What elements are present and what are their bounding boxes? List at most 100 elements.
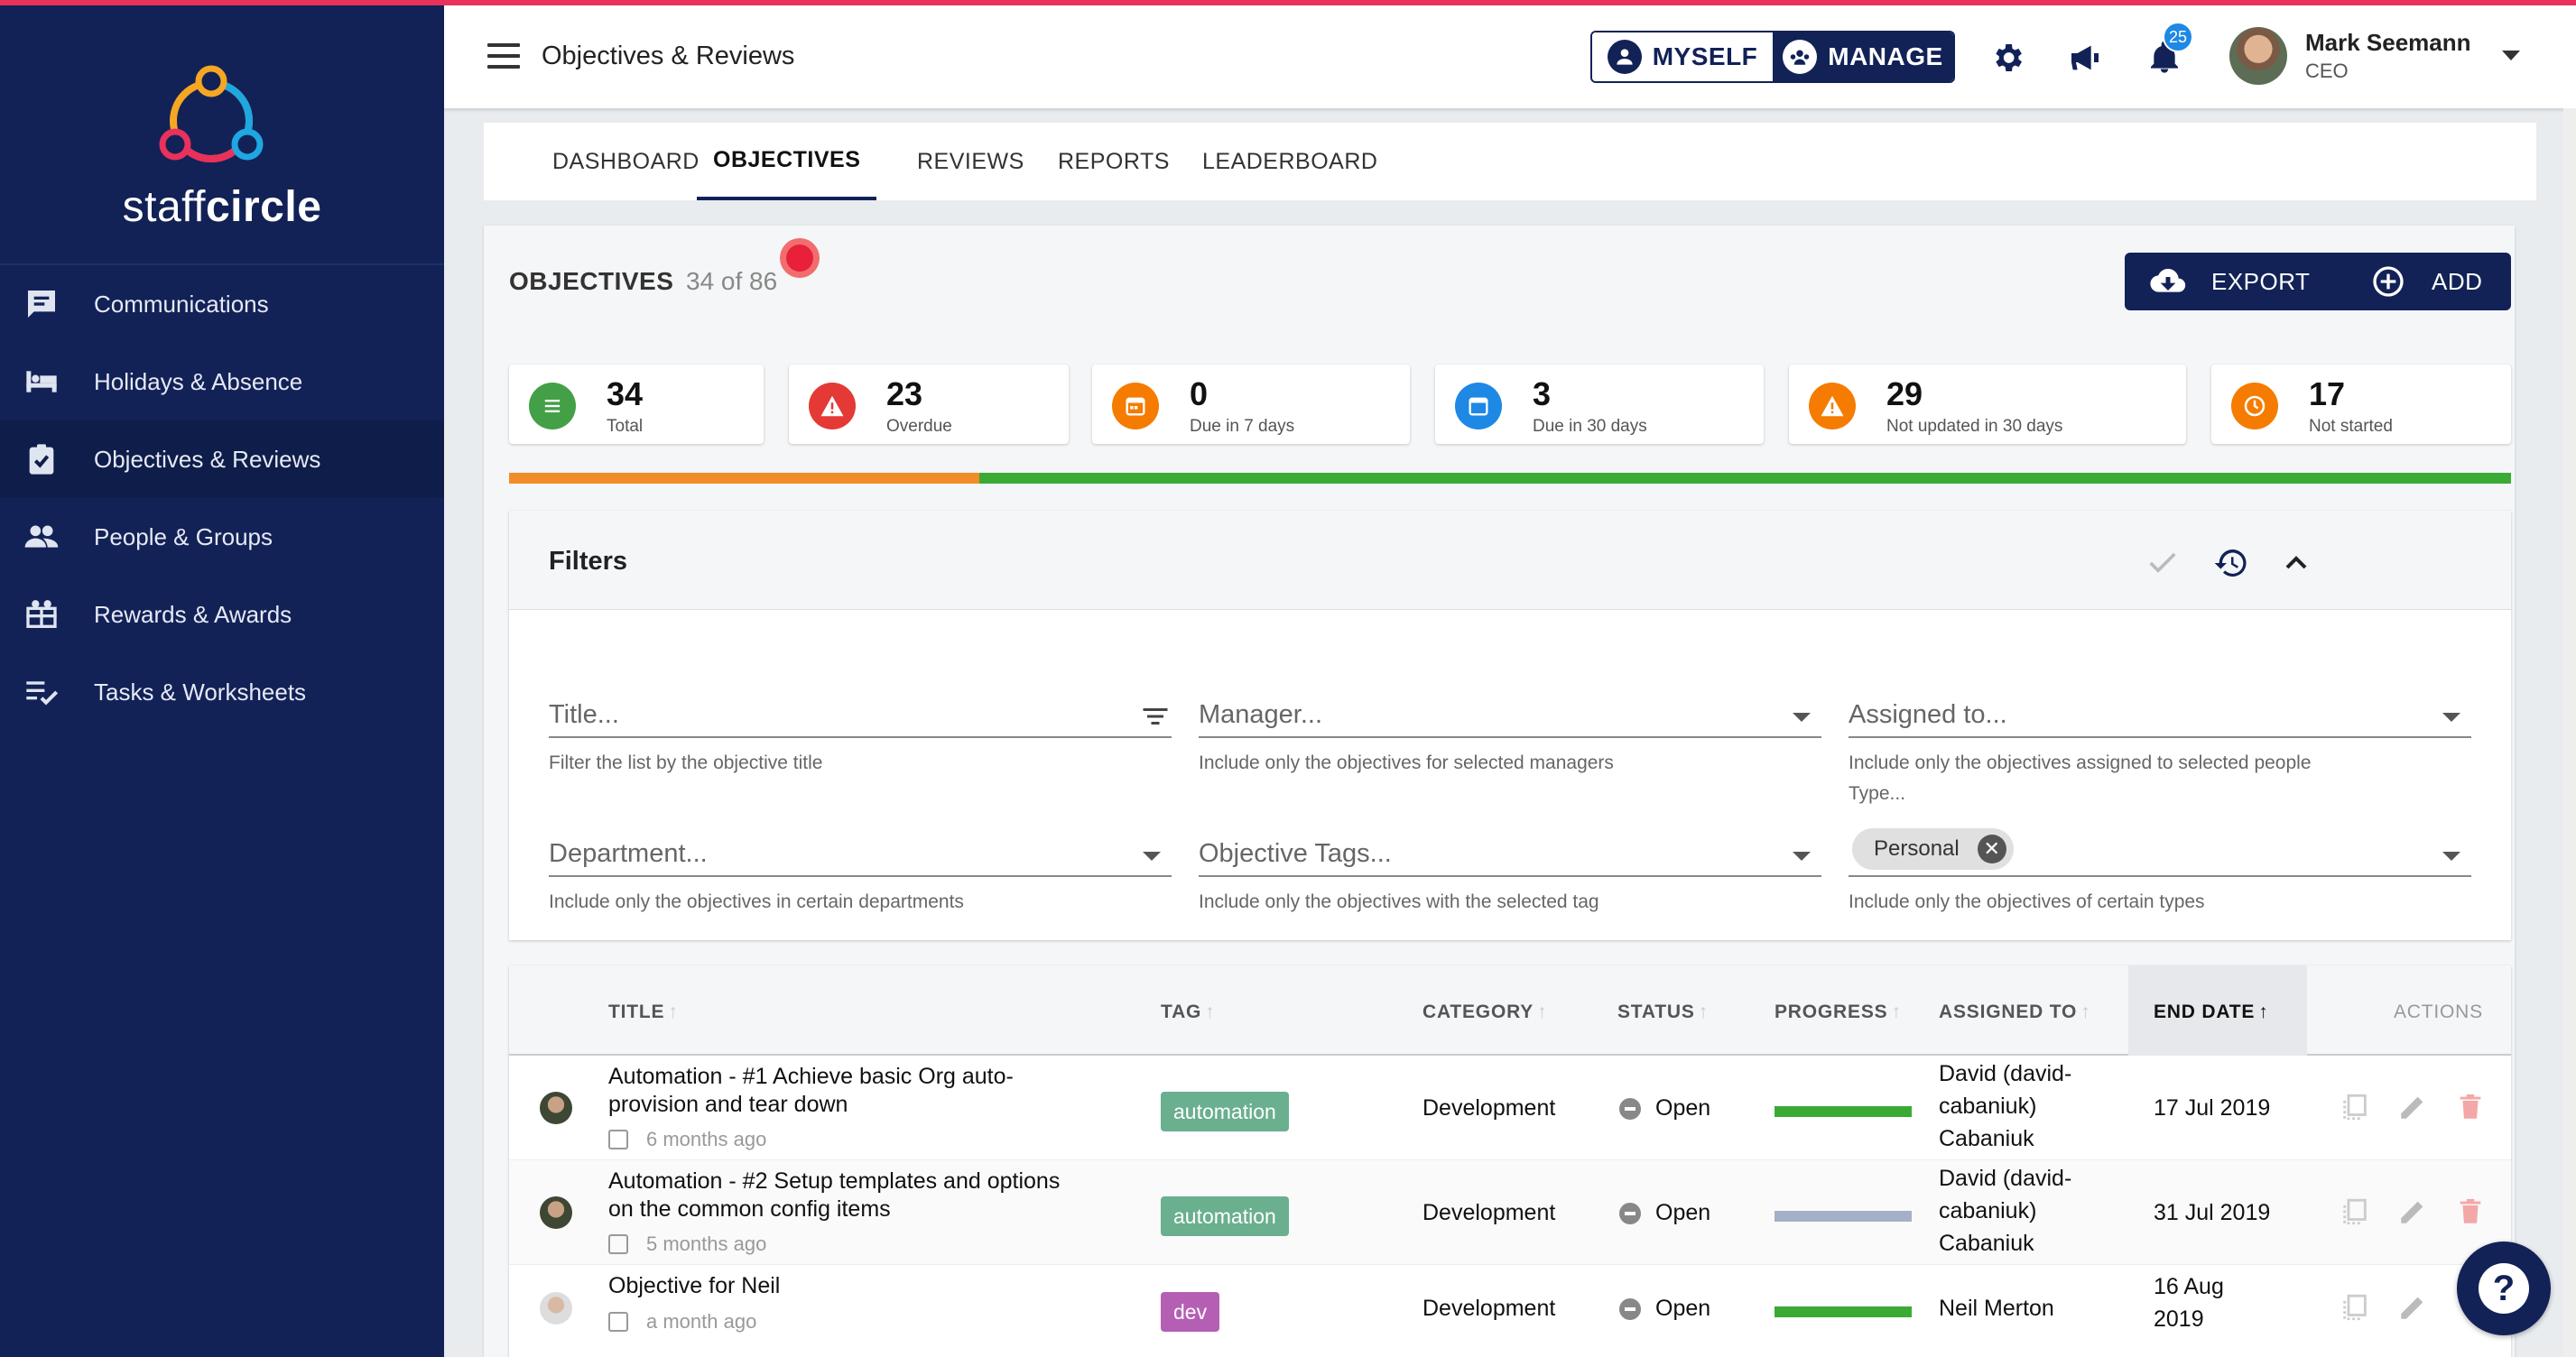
column-progress[interactable]: PROGRESS ↑	[1774, 1002, 1902, 1023]
add-button[interactable]: ADD	[2345, 253, 2511, 310]
check-icon[interactable]	[2145, 545, 2181, 581]
tab-dashboard[interactable]: DASHBOARD	[552, 123, 700, 200]
column-category[interactable]: CATEGORY ↑	[1422, 1002, 1547, 1023]
filters-title: Filters	[549, 547, 628, 576]
stat-due-7-days[interactable]: 0 Due in 7 days	[1092, 365, 1410, 444]
stat-not-updated[interactable]: 29 Not updated in 30 days	[1789, 365, 2186, 444]
stat-overdue[interactable]: 23 Overdue	[789, 365, 1069, 444]
delete-icon[interactable]	[2455, 1196, 2486, 1227]
manager-filter-select[interactable]: Manager...	[1199, 673, 1821, 738]
logo[interactable]: staffcircle	[0, 5, 444, 265]
edit-icon[interactable]	[2397, 1092, 2428, 1122]
megaphone-icon[interactable]	[2067, 40, 2103, 76]
row-assigned: David (david-cabaniuk) Cabaniuk	[1939, 1166, 2072, 1256]
table-row[interactable]: Automation - #1 Achieve basic Org auto-p…	[509, 1056, 2511, 1160]
column-title[interactable]: TITLE ↑	[608, 1002, 679, 1023]
row-end-date: 17 Jul 2019	[2154, 1095, 2271, 1121]
myself-button[interactable]: MYSELF	[1592, 32, 1773, 81]
assigned-filter-select[interactable]: Assigned to...	[1849, 673, 2471, 738]
user-icon	[1607, 40, 1642, 74]
stat-value: 34	[607, 375, 644, 412]
copy-icon[interactable]	[2340, 1292, 2370, 1323]
stat-due-30-days[interactable]: 3 Due in 30 days	[1435, 365, 1764, 444]
progress-segment-ontrack	[979, 473, 2511, 484]
sidebar-item-communications[interactable]: Communications	[0, 265, 444, 343]
owner-avatar	[540, 1092, 572, 1124]
sidebar-item-tasks[interactable]: Tasks & Worksheets	[0, 653, 444, 731]
row-tag: dev	[1161, 1292, 1220, 1332]
delete-icon[interactable]	[2455, 1092, 2486, 1122]
filters-panel: Filters Title... Filter the list by the …	[509, 511, 2511, 940]
tab-reviews[interactable]: REVIEWS	[917, 123, 1024, 200]
tab-objectives[interactable]: OBJECTIVES	[697, 123, 877, 200]
stat-label: Not started	[2309, 417, 2393, 436]
clipboard-check-icon	[29, 444, 54, 475]
warning-icon	[809, 383, 856, 429]
manage-button[interactable]: MANAGE	[1773, 32, 1953, 81]
chevron-down-icon[interactable]	[2502, 51, 2520, 60]
row-title[interactable]: Automation - #2 Setup templates and opti…	[608, 1168, 1078, 1223]
row-end-date: 31 Jul 2019	[2154, 1200, 2271, 1225]
help-button[interactable]: ?	[2457, 1242, 2551, 1335]
sidebar-item-label: Holidays & Absence	[94, 367, 303, 395]
table-row[interactable]: Objective for Neil a month ago dev Devel…	[509, 1265, 2511, 1357]
department-filter-placeholder: Department...	[549, 839, 708, 868]
export-button[interactable]: EXPORT	[2125, 253, 2370, 310]
column-tag[interactable]: TAG ↑	[1161, 1002, 1215, 1023]
title-filter-hint: Filter the list by the objective title	[549, 752, 823, 773]
record-indicator-icon	[780, 238, 820, 278]
department-filter-select[interactable]: Department...	[549, 812, 1172, 877]
sidebar-item-objectives[interactable]: Objectives & Reviews	[0, 420, 444, 498]
user-name[interactable]: Mark Seemann	[2305, 29, 2471, 57]
filters-header: Filters	[509, 511, 2511, 610]
type-filter-select[interactable]: Personal ✕	[1849, 812, 2471, 877]
manager-filter-placeholder: Manager...	[1199, 700, 1323, 729]
tab-leaderboard[interactable]: LEADERBOARD	[1202, 123, 1377, 200]
myself-label: MYSELF	[1652, 42, 1758, 70]
chip-remove-icon[interactable]: ✕	[1977, 835, 2006, 863]
tags-filter-select[interactable]: Objective Tags...	[1199, 812, 1821, 877]
chevron-up-icon[interactable]	[2278, 545, 2314, 581]
copy-icon[interactable]	[2340, 1196, 2370, 1227]
row-created: 6 months ago	[608, 1128, 766, 1151]
status-open-icon	[1619, 1297, 1641, 1320]
sidebar-item-rewards[interactable]: Rewards & Awards	[0, 576, 444, 653]
column-assigned-to[interactable]: ASSIGNED TO ↑	[1939, 1002, 2090, 1023]
gear-icon[interactable]	[1989, 40, 2025, 76]
page-scrollbar[interactable]	[2563, 108, 2576, 1357]
export-label: EXPORT	[2211, 267, 2311, 295]
calendar-icon	[1455, 383, 1502, 429]
department-filter-hint: Include only the objectives in certain d…	[549, 891, 964, 912]
row-status: Open	[1619, 1200, 1710, 1226]
history-reset-icon[interactable]	[2213, 545, 2249, 581]
row-progress-bar	[1774, 1211, 1912, 1222]
row-title[interactable]: Automation - #1 Achieve basic Org auto-p…	[608, 1063, 1078, 1119]
sidebar-nav: Communications Holidays & Absence Object…	[0, 265, 444, 731]
row-status: Open	[1619, 1296, 1710, 1322]
tab-reports[interactable]: REPORTS	[1058, 123, 1170, 200]
title-filter-input[interactable]: Title...	[549, 673, 1172, 738]
sidebar-item-holidays[interactable]: Holidays & Absence	[0, 343, 444, 420]
column-end-date[interactable]: END DATE ↑	[2154, 1002, 2269, 1023]
objectives-card: OBJECTIVES 34 of 86 EXPORT ADD 34 Total …	[484, 226, 2515, 1357]
copy-icon[interactable]	[2340, 1092, 2370, 1122]
row-title[interactable]: Objective for Neil	[608, 1272, 1078, 1300]
table-row[interactable]: Automation - #2 Setup templates and opti…	[509, 1160, 2511, 1265]
hamburger-menu-icon[interactable]	[487, 43, 520, 70]
objectives-count: 34 of 86	[686, 267, 778, 295]
type-filter-hint: Include only the objectives of certain t…	[1849, 891, 2205, 912]
edit-icon[interactable]	[2397, 1292, 2428, 1323]
stat-not-started[interactable]: 17 Not started	[2211, 365, 2511, 444]
edit-icon[interactable]	[2397, 1196, 2428, 1227]
row-assigned: David (david-cabaniuk) Cabaniuk	[1939, 1061, 2072, 1151]
calendar-icon	[608, 1130, 628, 1149]
notification-count-badge: 25	[2163, 22, 2193, 52]
warning-icon	[1809, 383, 1856, 429]
row-tag: automation	[1161, 1092, 1289, 1131]
column-status[interactable]: STATUS ↑	[1617, 1002, 1709, 1023]
objectives-title: OBJECTIVES	[509, 267, 674, 295]
status-open-icon	[1619, 1097, 1641, 1120]
stat-total[interactable]: 34 Total	[509, 365, 764, 444]
sidebar-item-people[interactable]: People & Groups	[0, 498, 444, 576]
avatar[interactable]	[2229, 27, 2287, 85]
